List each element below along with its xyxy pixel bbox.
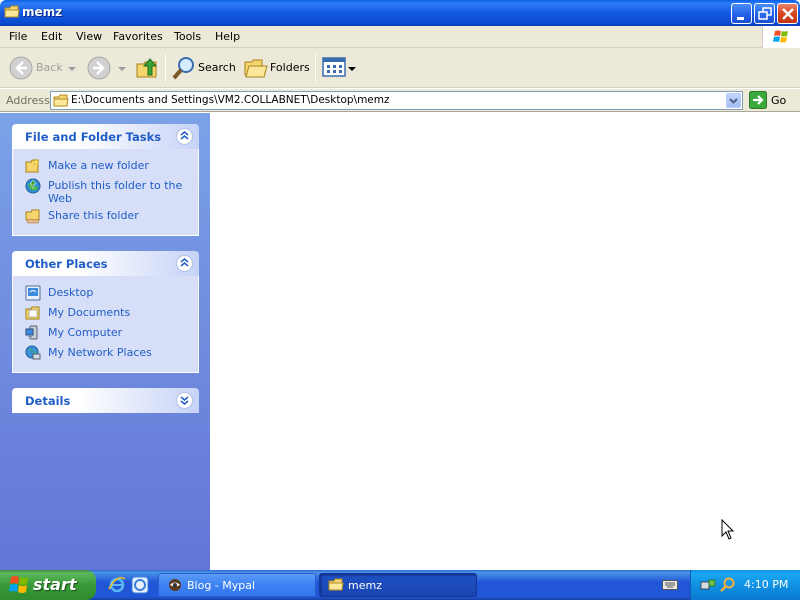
folder-icon (4, 5, 20, 18)
taskbar: start Blog - Mypal memz 4:10 PM (0, 570, 800, 600)
panel-body: Desktop My Documents My Computer My Netw… (12, 276, 199, 373)
share-folder-icon (25, 209, 40, 224)
menu-tools[interactable]: Tools (174, 30, 201, 43)
address-bar: Address E:\Documents and Settings\VM2.CO… (0, 89, 800, 112)
search-label: Search (198, 61, 236, 74)
windows-flag-icon (9, 576, 28, 593)
chevron-up-icon (180, 258, 189, 267)
panel-header[interactable]: Details (12, 388, 199, 413)
close-button[interactable] (777, 3, 798, 24)
mypal-quicklaunch-icon[interactable] (131, 576, 149, 594)
address-label: Address (6, 94, 50, 107)
expand-button[interactable] (176, 392, 193, 409)
menu-favorites[interactable]: Favorites (113, 30, 163, 43)
address-input[interactable]: E:\Documents and Settings\VM2.COLLABNET\… (50, 91, 743, 110)
address-path: E:\Documents and Settings\VM2.COLLABNET\… (71, 94, 390, 106)
file-folder-tasks-panel: File and Folder Tasks Make a new folder (12, 124, 199, 236)
system-tray: 4:10 PM (690, 570, 800, 600)
title-bar[interactable]: memz (0, 0, 800, 26)
panel-title: Other Places (25, 257, 108, 271)
views-button[interactable] (320, 52, 358, 84)
mouse-cursor-icon (721, 519, 735, 540)
back-arrow-icon (9, 56, 33, 80)
search-button[interactable]: Search (169, 52, 237, 84)
folder-icon (53, 94, 69, 107)
forward-button[interactable] (86, 52, 128, 84)
forward-dropdown-icon (118, 67, 126, 71)
start-button[interactable]: start (0, 570, 96, 600)
back-label: Back (36, 61, 63, 74)
menu-file[interactable]: File (9, 30, 27, 43)
taskbar-item-blog-mypal[interactable]: Blog - Mypal (158, 573, 316, 597)
keyboard-language-icon[interactable] (662, 578, 678, 592)
menu-view[interactable]: View (76, 30, 102, 43)
desktop-icon (25, 285, 41, 301)
network-tray-icon[interactable] (700, 577, 716, 593)
menu-help[interactable]: Help (215, 30, 240, 43)
forward-arrow-icon (87, 56, 111, 80)
toolbar-separator (165, 54, 166, 82)
panel-title: Details (25, 394, 71, 408)
task-pane: File and Folder Tasks Make a new folder (0, 113, 210, 570)
menu-bar: File Edit View Favorites Tools Help (0, 26, 800, 48)
up-folder-icon (136, 58, 158, 78)
restore-button[interactable] (754, 3, 775, 24)
minimize-icon (737, 17, 744, 20)
go-label: Go (771, 94, 787, 107)
panel-title: File and Folder Tasks (25, 130, 162, 144)
close-icon (782, 8, 794, 20)
windows-flag-icon (773, 30, 788, 43)
panel-body: Make a new folder Publish this folder to… (12, 149, 199, 236)
clock: 4:10 PM (744, 578, 789, 591)
chevron-down-icon (180, 396, 189, 405)
back-button[interactable]: Back (6, 52, 76, 84)
go-button[interactable]: Go (748, 91, 798, 110)
chevron-up-icon (180, 131, 189, 140)
go-arrow-icon (749, 91, 767, 109)
search-icon (172, 57, 194, 80)
menu-edit[interactable]: Edit (41, 30, 62, 43)
collapse-button[interactable] (176, 255, 193, 272)
other-places-panel: Other Places Desktop My Documents My Com… (12, 251, 199, 373)
chevron-down-icon (729, 98, 738, 104)
details-panel: Details (12, 388, 199, 413)
publish-web-icon (25, 178, 41, 194)
up-folder-button[interactable] (134, 52, 162, 84)
toolbar-separator (315, 54, 316, 82)
windows-logo (762, 26, 800, 48)
folders-button[interactable]: Folders (241, 52, 311, 84)
views-icon (322, 57, 346, 77)
back-dropdown-icon (68, 67, 76, 71)
folder-icon (328, 578, 344, 591)
folder-content-area[interactable] (210, 113, 800, 570)
panel-header[interactable]: Other Places (12, 251, 199, 276)
network-places-icon (25, 345, 41, 360)
window-title: memz (22, 5, 63, 19)
taskbar-item-memz[interactable]: memz (319, 573, 477, 597)
restore-icon (758, 7, 772, 20)
panel-header[interactable]: File and Folder Tasks (12, 124, 199, 149)
collapse-button[interactable] (176, 128, 193, 145)
views-dropdown-icon (348, 67, 356, 71)
toolbar: Back Search Folders (0, 48, 800, 88)
folders-icon (244, 59, 268, 78)
address-dropdown-button[interactable] (726, 93, 741, 108)
search-tray-icon[interactable] (719, 577, 735, 593)
mypal-icon (169, 579, 181, 591)
my-computer-icon (25, 325, 38, 340)
new-folder-icon (25, 158, 40, 173)
start-label: start (33, 575, 77, 594)
minimize-button[interactable] (731, 3, 752, 24)
folders-label: Folders (270, 61, 310, 74)
internet-explorer-icon[interactable] (108, 576, 126, 594)
my-documents-icon (25, 306, 40, 320)
